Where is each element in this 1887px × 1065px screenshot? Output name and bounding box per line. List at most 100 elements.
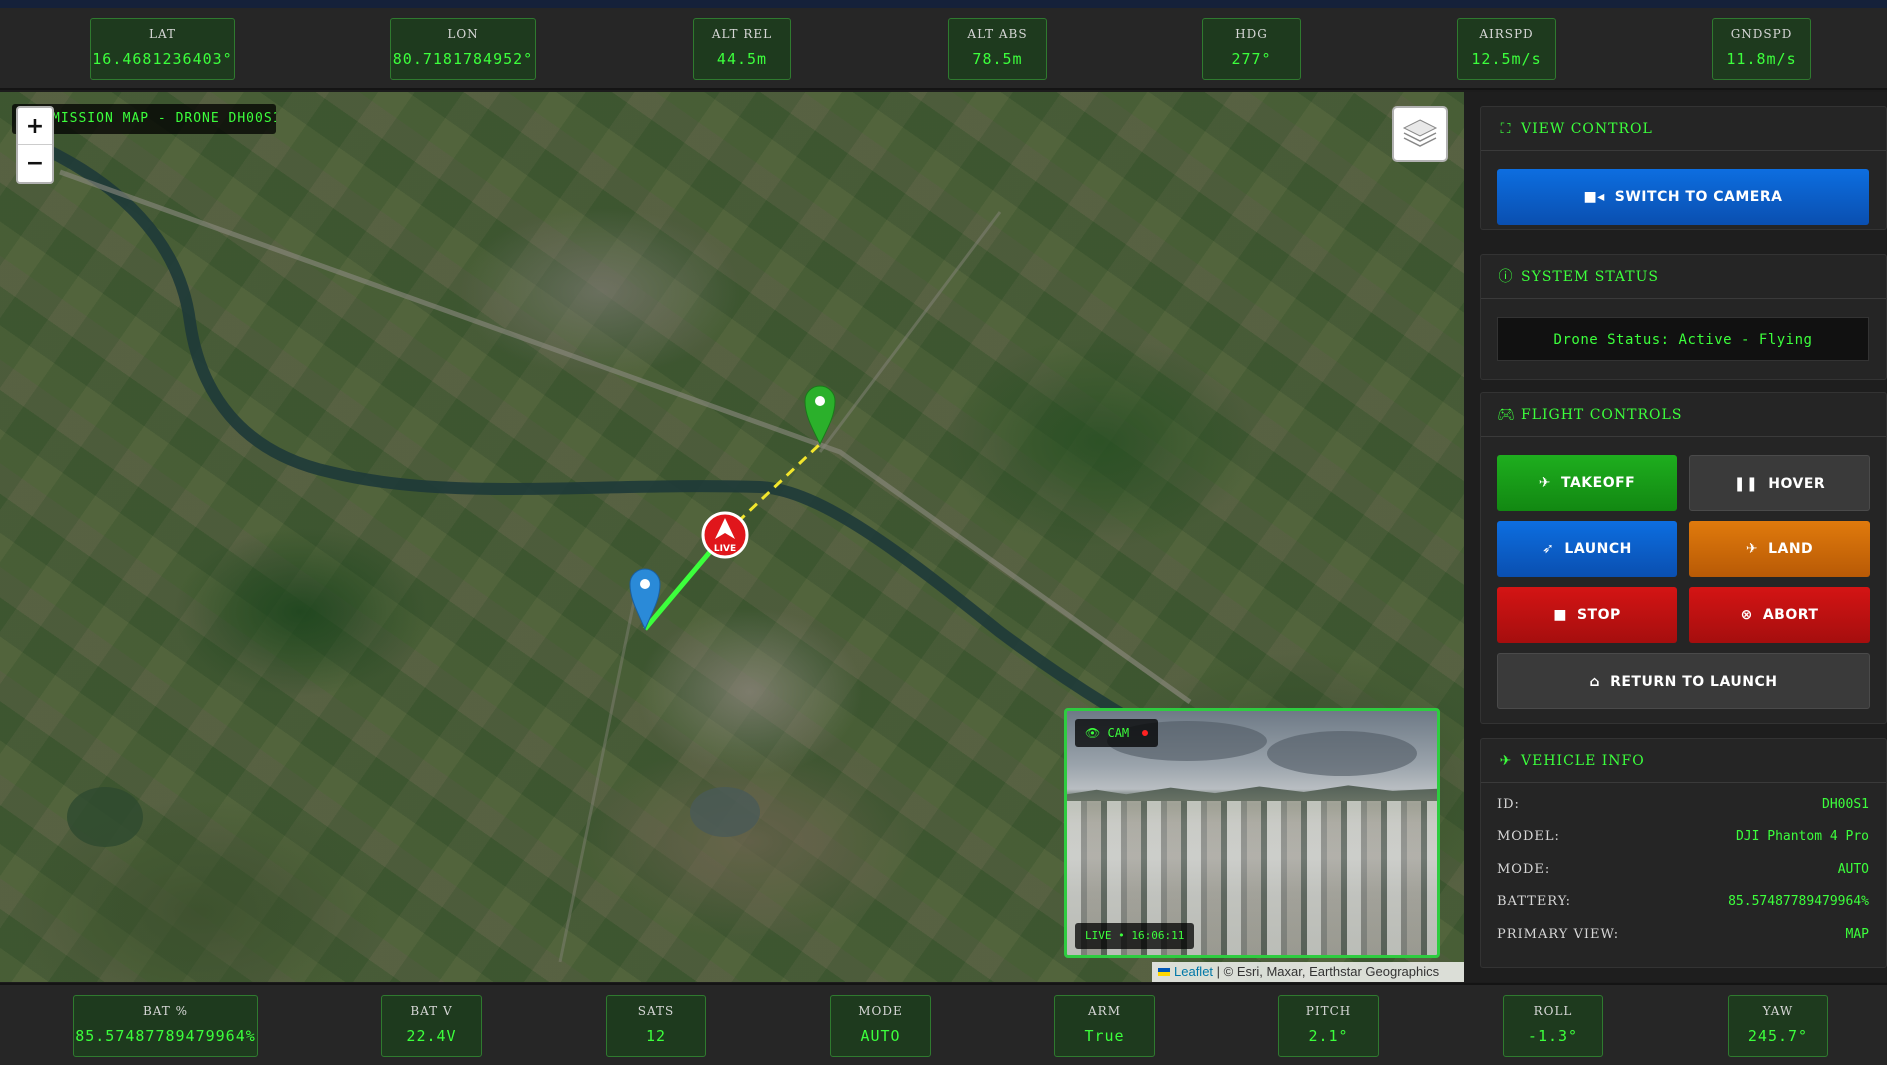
camera-cloud <box>1267 731 1417 776</box>
telemetry-label: ALT ABS <box>967 27 1028 41</box>
telemetry-lat: LAT 16.4681236403° <box>90 18 235 80</box>
panel-header: 🎮︎ FLIGHT CONTROLS <box>1481 393 1886 437</box>
switch-to-camera-button[interactable]: ■◂ SWITCH TO CAMERA <box>1497 169 1869 225</box>
telemetry-bat-pct: BAT % 85.57487789479964% <box>73 995 258 1057</box>
telemetry-label: MODE <box>858 1004 903 1018</box>
video-camera-icon: ■◂ <box>1583 189 1605 205</box>
button-label: STOP <box>1576 607 1621 623</box>
telemetry-value: 2.1° <box>1308 1027 1349 1045</box>
panel-header: ⛶ VIEW CONTROL <box>1481 107 1886 151</box>
telemetry-value: 245.7° <box>1747 1027 1809 1045</box>
vehicle-info-row: MODE: AUTO <box>1497 862 1869 886</box>
bottom-telemetry-bar: BAT % 85.57487789479964% BAT V 22.4V SAT… <box>0 983 1887 1065</box>
telemetry-value: 12.5m/s <box>1471 50 1542 68</box>
close-circle-icon: ⊗ <box>1740 607 1753 623</box>
launch-button[interactable]: ➶ LAUNCH <box>1497 521 1677 577</box>
button-label: HOVER <box>1768 476 1826 492</box>
info-key: MODE: <box>1497 862 1551 877</box>
info-key: PRIMARY VIEW: <box>1497 927 1620 942</box>
button-label: LAND <box>1768 541 1814 557</box>
info-value: DJI Phantom 4 Pro <box>1735 829 1869 844</box>
panel-header: ✈ VEHICLE INFO <box>1481 739 1886 783</box>
stop-button[interactable]: ■ STOP <box>1497 587 1677 643</box>
telemetry-value: 22.4V <box>406 1027 457 1045</box>
vehicle-info-row: BATTERY: 85.57487789479964% <box>1497 894 1869 918</box>
telemetry-roll: ROLL -1.3° <box>1503 995 1603 1057</box>
telemetry-label: GNDSPD <box>1730 27 1793 41</box>
drone-marker-label: LIVE <box>714 544 736 554</box>
telemetry-value: 78.5m <box>972 50 1023 68</box>
camera-hills <box>1067 785 1437 803</box>
info-key: ID: <box>1497 797 1520 812</box>
vehicle-info-row: ID: DH00S1 <box>1497 797 1869 821</box>
telemetry-label: BAT % <box>142 1004 189 1018</box>
button-label: SWITCH TO CAMERA <box>1614 189 1783 205</box>
button-label: TAKEOFF <box>1560 475 1636 491</box>
telemetry-label: ROLL <box>1533 1004 1573 1018</box>
gamepad-icon: 🎮︎ <box>1497 407 1516 423</box>
telemetry-label: LON <box>447 27 479 41</box>
telemetry-label: PITCH <box>1305 1004 1352 1018</box>
telemetry-yaw: YAW 245.7° <box>1728 995 1828 1057</box>
button-label: LAUNCH <box>1564 541 1632 557</box>
takeoff-button[interactable]: ✈ TAKEOFF <box>1497 455 1677 511</box>
plane-takeoff-icon: ✈ <box>1538 475 1551 491</box>
telemetry-sats: SATS 12 <box>606 995 706 1057</box>
telemetry-gndspd: GNDSPD 11.8m/s <box>1712 18 1811 80</box>
telemetry-airspd: AIRSPD 12.5m/s <box>1457 18 1556 80</box>
info-key: MODEL: <box>1497 829 1560 844</box>
telemetry-label: SATS <box>637 1004 675 1018</box>
control-sidebar: ⛶ VIEW CONTROL ■◂ SWITCH TO CAMERA ⓘ SYSTEM… <box>1464 92 1887 982</box>
telemetry-pitch: PITCH 2.1° <box>1278 995 1379 1057</box>
vehicle-info-row: PRIMARY VIEW: MAP <box>1497 927 1869 951</box>
land-button[interactable]: ✈ LAND <box>1689 521 1870 577</box>
hover-button[interactable]: ❚❚ HOVER <box>1689 455 1870 511</box>
button-label: RETURN TO LAUNCH <box>1610 674 1778 690</box>
telemetry-alt-rel: ALT REL 44.5m <box>693 18 791 80</box>
telemetry-label: HDG <box>1235 27 1268 41</box>
telemetry-value: 12 <box>645 1027 667 1045</box>
vehicle-info-panel: ✈ VEHICLE INFO ID: DH00S1 MODEL: DJI Phan… <box>1480 738 1887 968</box>
telemetry-value: 11.8m/s <box>1726 50 1797 68</box>
pause-icon: ❚❚ <box>1733 476 1759 492</box>
telemetry-label: ARM <box>1088 1004 1121 1018</box>
telemetry-hdg: HDG 277° <box>1202 18 1301 80</box>
telemetry-arm: ARM True <box>1054 995 1155 1057</box>
mission-map[interactable]: LIVE MISSION MAP - DRONE DH00S1 + − 👁︎ C… <box>0 92 1464 982</box>
info-value: 85.57487789479964% <box>1728 894 1869 909</box>
zoom-in-button[interactable]: + <box>18 108 52 145</box>
leaflet-link[interactable]: Leaflet <box>1174 964 1213 979</box>
panel-title: SYSTEM STATUS <box>1521 269 1660 285</box>
vehicle-info-row: MODEL: DJI Phantom 4 Pro <box>1497 829 1869 853</box>
view-control-panel: ⛶ VIEW CONTROL ■◂ SWITCH TO CAMERA <box>1480 106 1887 230</box>
panel-title: FLIGHT CONTROLS <box>1521 407 1683 423</box>
ukraine-flag-icon <box>1158 968 1170 976</box>
abort-button[interactable]: ⊗ ABORT <box>1689 587 1870 643</box>
telemetry-value: 85.57487789479964% <box>75 1027 256 1045</box>
plane-landing-icon: ✈ <box>1745 541 1759 557</box>
plane-icon: ✈ <box>1499 753 1513 769</box>
target-waypoint-icon[interactable] <box>804 385 836 446</box>
info-value: MAP <box>1845 927 1869 942</box>
zoom-out-button[interactable]: − <box>18 145 52 182</box>
telemetry-alt-abs: ALT ABS 78.5m <box>948 18 1047 80</box>
drone-live-marker-icon[interactable]: LIVE <box>701 511 749 559</box>
recording-dot-icon <box>1142 730 1149 736</box>
telemetry-label: ALT REL <box>711 27 773 41</box>
telemetry-value: True <box>1084 1027 1125 1045</box>
panel-header: ⓘ SYSTEM STATUS <box>1481 255 1886 299</box>
telemetry-label: YAW <box>1762 1004 1794 1018</box>
layers-button[interactable] <box>1392 106 1448 162</box>
eye-icon: 👁︎ <box>1085 726 1101 740</box>
top-telemetry-bar: LAT 16.4681236403° LON 80.7181784952° AL… <box>0 8 1887 90</box>
camera-tag: 👁︎ CAM <box>1075 719 1159 747</box>
telemetry-bat-v: BAT V 22.4V <box>381 995 482 1057</box>
flight-controls-panel: 🎮︎ FLIGHT CONTROLS ✈ TAKEOFF ❚❚ HOVER ➶ LAUN… <box>1480 392 1887 724</box>
map-attribution: Leaflet | © Esri, Maxar, Earthstar Geogr… <box>1152 962 1464 982</box>
return-to-launch-button[interactable]: ⌂ RETURN TO LAUNCH <box>1497 653 1870 709</box>
telemetry-value: 16.4681236403° <box>92 50 233 68</box>
panel-title: VEHICLE INFO <box>1521 753 1645 769</box>
telemetry-value: -1.3° <box>1527 1027 1579 1045</box>
camera-tag-label: CAM <box>1107 726 1130 740</box>
camera-feed-inset[interactable]: 👁︎ CAM LIVE • 16:06:11 <box>1064 708 1440 958</box>
